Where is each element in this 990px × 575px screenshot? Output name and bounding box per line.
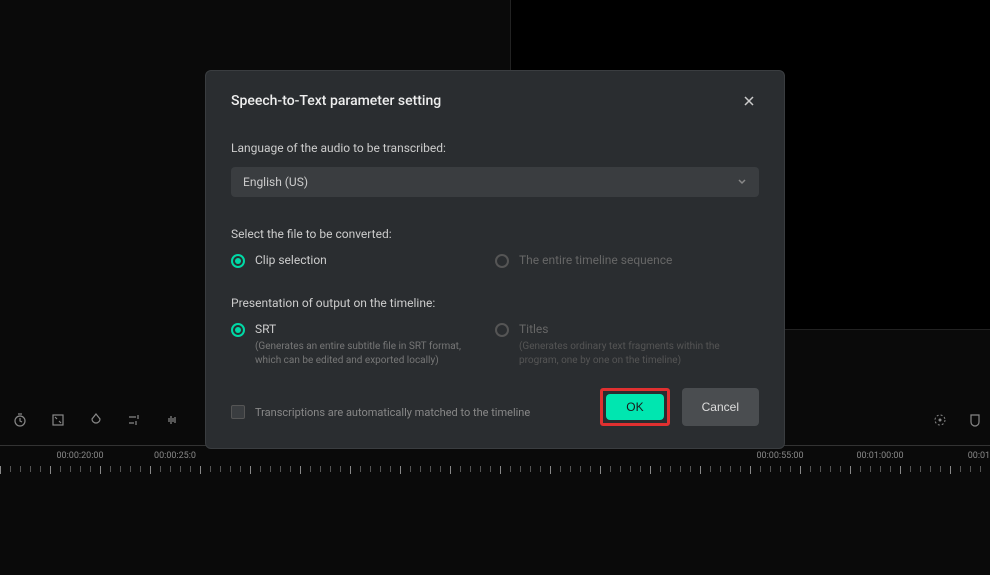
cancel-button[interactable]: Cancel bbox=[682, 388, 759, 426]
radio-label: The entire timeline sequence bbox=[519, 253, 759, 267]
radio-description: (Generates an entire subtitle file in SR… bbox=[255, 340, 495, 368]
output-label: Presentation of output on the timeline: bbox=[231, 296, 759, 310]
language-label: Language of the audio to be transcribed: bbox=[231, 141, 759, 155]
radio-indicator bbox=[231, 254, 245, 268]
radio-clip-selection[interactable]: Clip selection bbox=[231, 253, 495, 268]
radio-srt[interactable]: SRT (Generates an entire subtitle file i… bbox=[231, 322, 495, 368]
ok-button[interactable]: OK bbox=[606, 394, 663, 420]
radio-titles[interactable]: Titles (Generates ordinary text fragment… bbox=[495, 322, 759, 368]
auto-match-checkbox[interactable]: Transcriptions are automatically matched… bbox=[231, 405, 530, 419]
radio-label: Titles bbox=[519, 322, 759, 336]
language-value: English (US) bbox=[243, 175, 308, 189]
language-dropdown[interactable]: English (US) bbox=[231, 167, 759, 197]
file-select-label: Select the file to be converted: bbox=[231, 227, 759, 241]
checkbox-box bbox=[231, 405, 245, 419]
chevron-down-icon bbox=[737, 176, 747, 189]
radio-label: Clip selection bbox=[255, 253, 495, 267]
checkbox-label: Transcriptions are automatically matched… bbox=[255, 406, 530, 419]
radio-indicator bbox=[495, 254, 509, 268]
radio-label: SRT bbox=[255, 322, 495, 336]
speech-to-text-dialog: Speech-to-Text parameter setting Languag… bbox=[205, 70, 785, 449]
dialog-overlay: Speech-to-Text parameter setting Languag… bbox=[0, 0, 990, 575]
radio-indicator bbox=[231, 323, 245, 337]
radio-entire-timeline[interactable]: The entire timeline sequence bbox=[495, 253, 759, 268]
ok-highlight: OK bbox=[600, 388, 669, 426]
radio-description: (Generates ordinary text fragments withi… bbox=[519, 340, 759, 368]
dialog-title: Speech-to-Text parameter setting bbox=[231, 93, 441, 109]
close-button[interactable] bbox=[739, 91, 759, 111]
radio-indicator bbox=[495, 323, 509, 337]
